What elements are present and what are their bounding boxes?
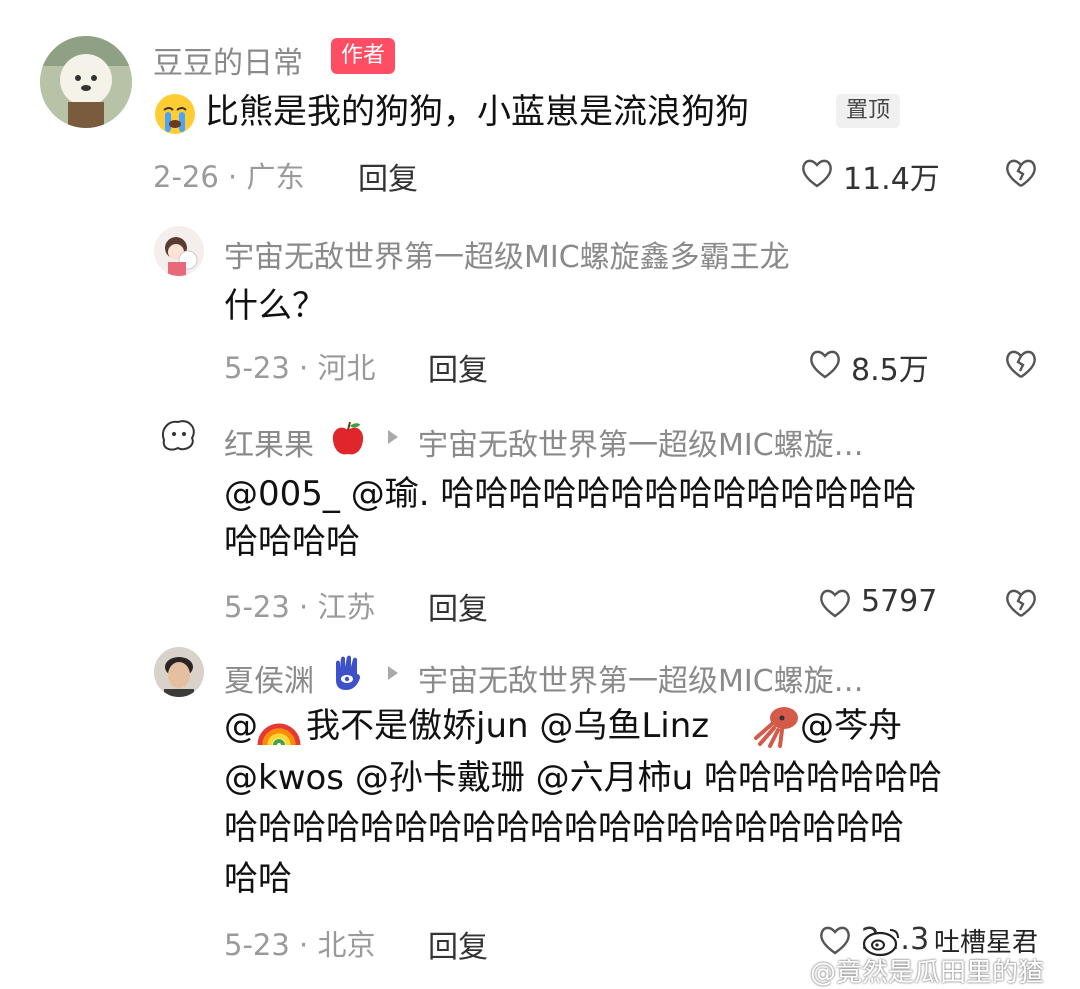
comment-author[interactable]: 红果果 xyxy=(224,420,314,464)
broken-heart-icon[interactable] xyxy=(1004,348,1038,380)
like-count: 5797 xyxy=(861,584,938,619)
comment-author[interactable]: 夏侯渊 xyxy=(224,656,314,700)
hamsa-hand-emoji-icon xyxy=(330,654,364,692)
comment-text: @kwos @孙卡戴珊 @六月柿u 哈哈哈哈哈哈哈 xyxy=(224,758,942,798)
comment-text: 比熊是我的狗狗，小蓝崽是流浪狗狗 xyxy=(205,92,749,132)
comment-meta: 2-26 · 广东 xyxy=(153,160,305,194)
comment-author[interactable]: 豆豆的日常 xyxy=(153,38,303,82)
reply-arrow-icon xyxy=(386,664,400,682)
reply-to-user[interactable]: 宇宙无敌世界第一超级MIC螺旋… xyxy=(418,420,864,464)
reply-to-user[interactable]: 宇宙无敌世界第一超级MIC螺旋… xyxy=(418,656,864,700)
comment-text: 什么？ xyxy=(224,286,326,326)
pinned-badge: 置顶 xyxy=(836,94,901,128)
reply-button[interactable]: 回复 xyxy=(428,922,488,966)
reply-button[interactable]: 回复 xyxy=(358,154,418,198)
comment-text: 哈哈哈哈 xyxy=(224,522,360,562)
squid-emoji-icon xyxy=(752,704,802,748)
like-count: 8.5万 xyxy=(851,353,929,388)
comment-text: @005_ @瑜. 哈哈哈哈哈哈哈哈哈哈哈哈哈哈 xyxy=(224,474,917,514)
crying-emoji-icon xyxy=(153,92,197,136)
author-badge: 作者 xyxy=(331,38,396,74)
comment-text: 我不是傲娇jun @乌鱼Linz xyxy=(306,706,710,746)
comment-author[interactable]: 宇宙无敌世界第一超级MIC螺旋鑫多霸王龙 xyxy=(224,232,790,276)
avatar[interactable] xyxy=(40,36,132,128)
apple-emoji-icon xyxy=(330,420,366,458)
comment-meta: 5-23 · 北京 xyxy=(224,928,376,962)
comment-text: @芩舟 xyxy=(800,706,902,746)
watermark-handle: @竟然是瓜田里的猹 xyxy=(810,958,1045,988)
reply-arrow-icon xyxy=(386,428,400,446)
heart-outline-icon[interactable] xyxy=(800,157,834,189)
rainbow-emoji-icon xyxy=(256,707,302,747)
comment-text: 哈哈哈哈哈哈哈哈哈哈哈哈哈哈哈哈哈哈哈哈 xyxy=(224,808,904,848)
broken-heart-icon[interactable] xyxy=(1004,587,1038,619)
reply-button[interactable]: 回复 xyxy=(428,584,488,628)
mention-prefix: @ xyxy=(224,706,258,746)
heart-outline-icon[interactable] xyxy=(818,587,852,619)
comment-text: 哈哈 xyxy=(224,859,292,899)
like-count: 11.4万 xyxy=(843,162,940,197)
comment-meta: 5-23 · 江苏 xyxy=(224,590,376,624)
avatar[interactable] xyxy=(154,647,204,697)
heart-outline-icon[interactable] xyxy=(808,348,842,380)
broken-heart-icon[interactable] xyxy=(1004,157,1038,189)
reply-button[interactable]: 回复 xyxy=(428,345,488,389)
comment-meta: 5-23 · 河北 xyxy=(224,351,376,385)
avatar[interactable] xyxy=(154,226,204,276)
avatar[interactable] xyxy=(154,410,204,460)
